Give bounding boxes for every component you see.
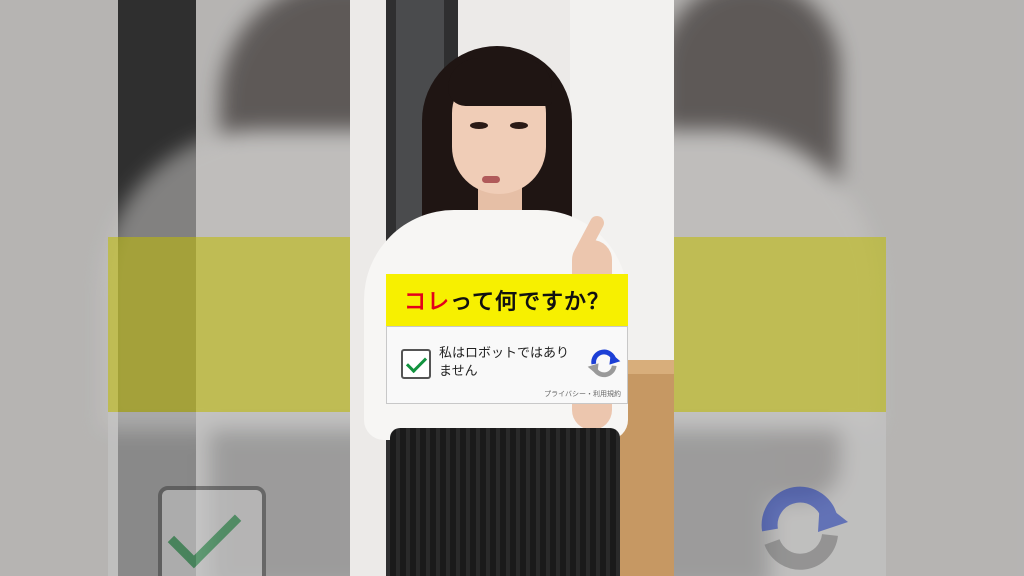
- person-skirt: [390, 428, 620, 576]
- person-eye: [510, 122, 528, 129]
- center-video: コレって何ですか？ 私はロボットではあり ません プライバシー・利用規約: [350, 0, 674, 576]
- checkmark-icon: [405, 351, 428, 374]
- title-rest: って何ですか？: [450, 290, 610, 315]
- privacy-terms-link[interactable]: プライバシー・利用規約: [544, 389, 621, 399]
- captcha-label-line1: 私はロボットではあり: [439, 346, 570, 361]
- right-shade: [674, 0, 1024, 576]
- captcha-label: 私はロボットではあり ません: [439, 345, 579, 381]
- captcha-widget: 私はロボットではあり ません プライバシー・利用規約: [386, 326, 628, 404]
- captcha-checkbox[interactable]: [401, 349, 431, 379]
- person-eye: [470, 122, 488, 129]
- person-mouth: [482, 176, 500, 183]
- title-accent: コレ: [404, 290, 451, 315]
- video-frame: コレって何ですか？ 私はロボットではあり ません プライバシー・利用規約: [0, 0, 1024, 576]
- left-shade: [0, 0, 350, 576]
- captcha-label-line2: ません: [439, 364, 478, 379]
- recaptcha-icon: [587, 349, 621, 378]
- title-banner: コレって何ですか？: [386, 274, 628, 326]
- title-text: コレって何ですか？: [404, 284, 610, 316]
